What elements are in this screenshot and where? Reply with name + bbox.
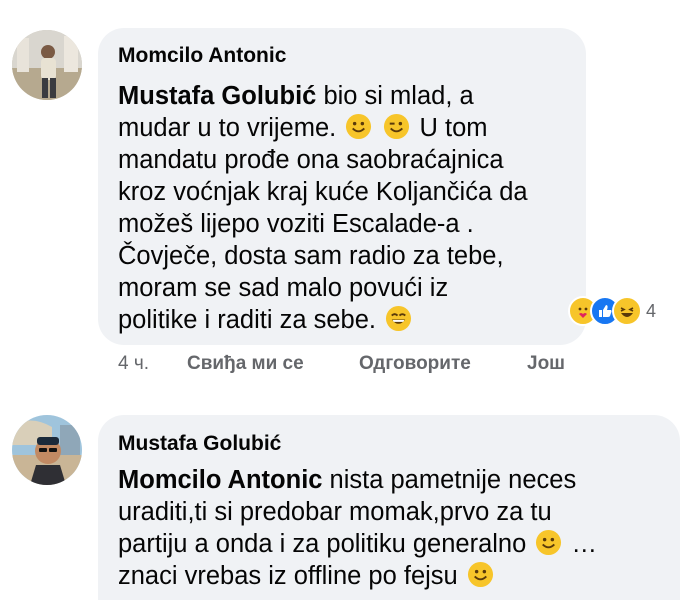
mention-link[interactable]: Mustafa Golubić — [118, 82, 316, 110]
comment-text: Mustafa Golubić bio si mlad, a mudar u t… — [118, 82, 528, 334]
comment-author[interactable]: Momcilo Antonic — [118, 44, 286, 68]
profile-photo — [12, 30, 82, 100]
comment-author[interactable]: Mustafa Golubić — [118, 432, 281, 456]
profile-photo — [12, 415, 82, 485]
haha-icon — [612, 296, 642, 326]
timestamp[interactable]: 4 ч. — [118, 353, 149, 375]
mention-link[interactable]: Momcilo Antonic — [118, 466, 322, 494]
avatar[interactable] — [12, 30, 82, 100]
grin-emoji-icon — [386, 305, 412, 332]
wink-emoji-icon — [384, 113, 410, 140]
smile-emoji-icon — [536, 529, 562, 556]
avatar[interactable] — [12, 415, 82, 485]
reaction-count: 4 — [646, 300, 657, 321]
smile-emoji-icon — [346, 113, 372, 140]
comment-text: Momcilo Antonic nista pametnije neces ur… — [118, 466, 597, 590]
smile-emoji-icon — [467, 561, 493, 588]
reaction-summary[interactable]: 4 — [568, 296, 656, 326]
reply-button[interactable]: Одговорите — [359, 353, 471, 375]
like-button[interactable]: Свиђа ми се — [187, 353, 304, 375]
more-button[interactable]: Још — [527, 353, 565, 375]
